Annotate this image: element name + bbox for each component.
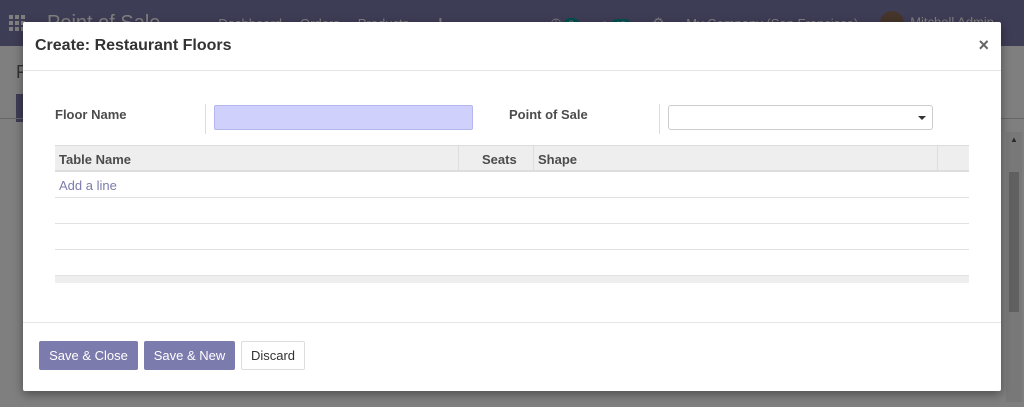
- point-of-sale-label: Point of Sale: [509, 107, 588, 122]
- field-separator: [659, 104, 660, 134]
- column-shape[interactable]: Shape: [538, 152, 577, 167]
- floor-name-input[interactable]: [214, 105, 473, 130]
- column-divider: [533, 146, 534, 171]
- modal-footer: Save & Close Save & New Discard: [23, 322, 1001, 391]
- chevron-down-icon[interactable]: [918, 116, 926, 120]
- save-close-button[interactable]: Save & Close: [39, 341, 138, 370]
- floor-name-label: Floor Name: [55, 107, 127, 122]
- modal-title: Create: Restaurant Floors: [35, 37, 232, 54]
- table-row: [55, 250, 969, 276]
- column-table-name[interactable]: Table Name: [59, 152, 131, 167]
- modal-header: Create: Restaurant Floors ×: [23, 22, 1001, 71]
- table-row: [55, 198, 969, 224]
- column-divider: [937, 146, 938, 171]
- table-footer: [55, 276, 969, 283]
- column-divider: [458, 146, 459, 171]
- point-of-sale-select[interactable]: [668, 105, 933, 130]
- column-seats[interactable]: Seats: [482, 152, 517, 167]
- add-line-link[interactable]: Add a line: [59, 178, 117, 193]
- field-separator: [205, 104, 206, 134]
- save-new-button[interactable]: Save & New: [144, 341, 235, 370]
- create-floor-dialog: Create: Restaurant Floors × Floor Name P…: [23, 22, 1001, 391]
- table-row: [55, 224, 969, 250]
- table-row: Add a line: [55, 172, 969, 198]
- discard-button[interactable]: Discard: [241, 341, 305, 370]
- table-header: Table Name Seats Shape: [55, 145, 969, 172]
- tables-list: Table Name Seats Shape Add a line: [55, 145, 969, 283]
- close-icon[interactable]: ×: [978, 35, 989, 56]
